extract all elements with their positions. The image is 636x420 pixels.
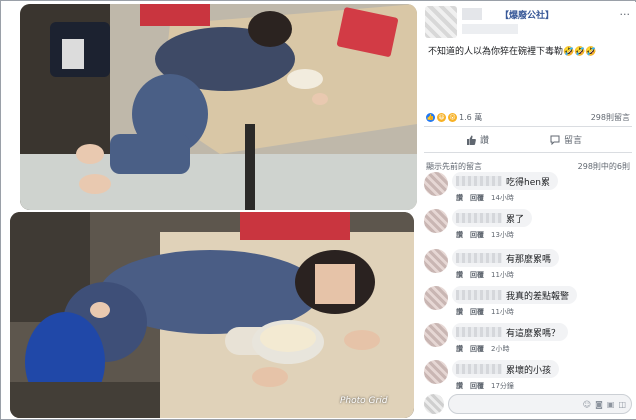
more-options-icon[interactable]: ··· bbox=[620, 8, 631, 21]
comment-time[interactable]: 17分鐘 bbox=[491, 381, 514, 391]
reaction-count: 1.6 萬 bbox=[459, 113, 483, 122]
divider bbox=[424, 126, 632, 127]
comment-time[interactable]: 11小時 bbox=[491, 270, 514, 280]
blurred-commenter-name[interactable] bbox=[456, 290, 502, 300]
comment-text: 我真的差點報警 bbox=[506, 291, 570, 302]
post-text: 不知道的人以為你猝在碗裡下毒勒🤣🤣🤣 bbox=[428, 47, 597, 57]
blurred-commenter-name[interactable] bbox=[456, 213, 502, 223]
comment-time[interactable]: 13小時 bbox=[491, 230, 514, 240]
comment-text: 吃得hen累 bbox=[506, 177, 550, 188]
comment-reply-button[interactable]: 回覆 bbox=[470, 307, 484, 317]
comment-item: 有這麼累嗎？ 讚 回覆 2小時 bbox=[420, 323, 636, 360]
screenshot-frame: Photo Grid 【爆廢公社】 ··· 不知道的人以為你猝在碗裡下毒勒🤣🤣🤣… bbox=[0, 0, 636, 420]
comment-like-button[interactable]: 讚 bbox=[456, 307, 463, 317]
commenter-avatar[interactable] bbox=[424, 209, 448, 233]
reaction-summary[interactable]: 👍 😆 😮 1.6 萬 bbox=[426, 112, 482, 123]
comment-reply-button[interactable]: 回覆 bbox=[470, 230, 484, 240]
like-reaction-icon: 👍 bbox=[426, 113, 435, 122]
watermark: Photo Grid bbox=[340, 396, 388, 406]
comment-bubble: 有那麼累嗎 bbox=[452, 249, 560, 267]
comment-label: 留言 bbox=[564, 136, 583, 146]
comment-bubble: 我真的差點報警 bbox=[452, 286, 578, 304]
comment-text: 有這麼累嗎？ bbox=[506, 328, 561, 339]
commenter-avatar[interactable] bbox=[424, 172, 448, 196]
like-label: 讚 bbox=[480, 136, 490, 146]
blurred-commenter-name[interactable] bbox=[456, 253, 502, 263]
photo-girl-kneeling[interactable] bbox=[20, 4, 417, 210]
comment-actions: 讚 回覆 11小時 bbox=[456, 270, 514, 280]
comment-like-button[interactable]: 讚 bbox=[456, 193, 463, 203]
comment-bubble: 累壞的小孩 bbox=[452, 360, 560, 378]
gif-icon[interactable]: ▣ bbox=[607, 400, 615, 409]
comment-text: 有那麼累嗎 bbox=[506, 254, 552, 265]
comment-item: 我真的差點報警 讚 回覆 11小時 bbox=[420, 286, 636, 323]
comment-item: 吃得hen累 讚 回覆 14小時 bbox=[420, 172, 636, 209]
comment-count-link[interactable]: 298則留言 bbox=[591, 112, 630, 123]
comment-icon bbox=[550, 135, 560, 145]
comment-item: 有那麼累嗎 讚 回覆 11小時 bbox=[420, 249, 636, 286]
comment-item: 累了 讚 回覆 13小時 bbox=[420, 209, 636, 246]
post-meta-blurred bbox=[462, 24, 518, 34]
comment-actions: 讚 回覆 2小時 bbox=[456, 344, 509, 354]
page-name-link[interactable]: 【爆廢公社】 bbox=[500, 8, 554, 21]
avatar[interactable] bbox=[425, 6, 457, 38]
comment-reply-button[interactable]: 回覆 bbox=[470, 381, 484, 391]
blurred-commenter-name[interactable] bbox=[456, 364, 502, 374]
comment-actions: 讚 回覆 14小時 bbox=[456, 193, 514, 203]
comment-text: 累了 bbox=[506, 214, 525, 225]
comment-actions: 讚 回覆 17分鐘 bbox=[456, 381, 514, 391]
comment-bubble: 吃得hen累 bbox=[452, 172, 558, 190]
comment-composer: ☺ ◙ ▣ ◫ bbox=[424, 392, 632, 416]
comment-like-button[interactable]: 讚 bbox=[456, 344, 463, 354]
comment-button[interactable]: 留言 bbox=[550, 133, 582, 146]
blurred-name bbox=[462, 8, 482, 20]
comment-time[interactable]: 2小時 bbox=[491, 344, 509, 354]
comment-actions: 讚 回覆 11小時 bbox=[456, 307, 514, 317]
comment-bubble: 累了 bbox=[452, 209, 533, 227]
emoji-icon[interactable]: ☺ bbox=[583, 400, 591, 409]
comment-like-button[interactable]: 讚 bbox=[456, 230, 463, 240]
view-previous-comments-link[interactable]: 顯示先前的留言 bbox=[426, 161, 482, 172]
commenter-avatar[interactable] bbox=[424, 249, 448, 273]
sticker-icon[interactable]: ◫ bbox=[618, 400, 626, 409]
commenter-avatar[interactable] bbox=[424, 323, 448, 347]
photo-collage: Photo Grid bbox=[2, 2, 420, 419]
blurred-commenter-name[interactable] bbox=[456, 327, 502, 337]
comment-time[interactable]: 14小時 bbox=[491, 193, 514, 203]
like-button[interactable]: 讚 bbox=[466, 133, 489, 146]
facebook-post-panel: 【爆廢公社】 ··· 不知道的人以為你猝在碗裡下毒勒🤣🤣🤣 👍 😆 😮 1.6 … bbox=[420, 2, 636, 419]
comment-like-button[interactable]: 讚 bbox=[456, 270, 463, 280]
comment-input[interactable]: ☺ ◙ ▣ ◫ bbox=[448, 394, 632, 414]
camera-icon[interactable]: ◙ bbox=[595, 400, 603, 409]
comment-actions: 讚 回覆 13小時 bbox=[456, 230, 514, 240]
blurred-commenter-name[interactable] bbox=[456, 176, 502, 186]
comment-bubble: 有這麼累嗎？ bbox=[452, 323, 569, 341]
comments-count: 298則中的6則 bbox=[577, 162, 630, 171]
haha-reaction-icon: 😆 bbox=[437, 113, 446, 122]
thumbs-up-icon bbox=[467, 135, 476, 145]
divider bbox=[424, 152, 632, 153]
photo-girl-asleep[interactable] bbox=[10, 212, 414, 418]
comment-reply-button[interactable]: 回覆 bbox=[470, 270, 484, 280]
comment-text: 累壞的小孩 bbox=[506, 365, 552, 376]
commenter-avatar[interactable] bbox=[424, 360, 448, 384]
comment-reply-button[interactable]: 回覆 bbox=[470, 193, 484, 203]
wow-reaction-icon: 😮 bbox=[448, 113, 457, 122]
comment-reply-button[interactable]: 回覆 bbox=[470, 344, 484, 354]
comment-time[interactable]: 11小時 bbox=[491, 307, 514, 317]
commenter-avatar[interactable] bbox=[424, 286, 448, 310]
avatar bbox=[424, 394, 444, 414]
comment-like-button[interactable]: 讚 bbox=[456, 381, 463, 391]
